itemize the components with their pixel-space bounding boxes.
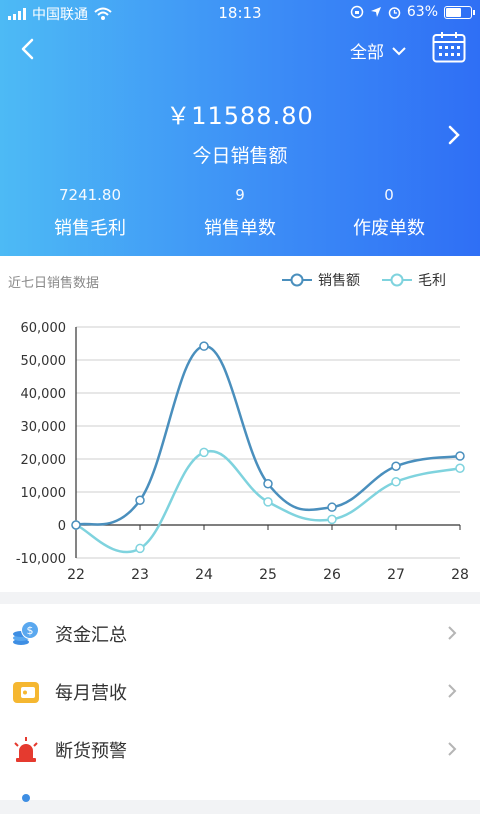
stat-value: 7241.80 — [58, 186, 122, 204]
stat-label: 销售毛利 — [54, 218, 126, 239]
location-icon — [370, 7, 381, 17]
data-point — [71, 520, 81, 530]
y-tick-label: 0 — [58, 519, 66, 534]
data-point — [327, 502, 337, 512]
x-tick-label: 26 — [323, 567, 341, 583]
menu-label: 资金汇总 — [55, 625, 127, 646]
filter-label: 全部 — [350, 43, 384, 63]
data-point — [455, 451, 465, 461]
x-tick-label: 28 — [451, 567, 469, 583]
y-tick-label: 40,000 — [21, 387, 67, 402]
y-tick-label: 60,000 — [21, 321, 67, 336]
x-tick-label: 22 — [67, 567, 85, 583]
y-tick-label: 20,000 — [21, 453, 67, 468]
lock-rotation-icon — [350, 5, 364, 19]
x-tick-label: 27 — [387, 567, 405, 583]
stat-label: 作废单数 — [353, 218, 425, 239]
x-tick-label: 24 — [195, 567, 213, 583]
line-chart: 60,000 50,000 40,000 30,000 20,000 10,000 0 -10… — [16, 321, 469, 583]
data-point — [263, 497, 273, 507]
chevron-right-icon[interactable] — [444, 122, 464, 148]
today-sales-label: 今日销售额 — [192, 145, 288, 167]
svg-text:$: $ — [27, 624, 34, 637]
coins-icon: $ — [13, 621, 39, 645]
back-icon[interactable] — [14, 34, 42, 64]
chevron-right-icon — [448, 684, 457, 698]
y-tick-label: 30,000 — [21, 420, 67, 435]
status-right: 63% — [350, 4, 475, 20]
chevron-right-icon — [448, 742, 457, 756]
y-tick-label: 50,000 — [21, 354, 67, 369]
stat-void-count: 0 作废单数 — [309, 186, 469, 240]
x-tick-label: 25 — [259, 567, 277, 583]
menu-label: 每月营收 — [55, 683, 127, 704]
chevron-right-icon — [448, 626, 457, 640]
summary-header: 中国联通 18:13 63% 全部 ￥11588.80 今日销售额 7241.8… — [0, 0, 480, 256]
data-point — [391, 461, 401, 472]
alarm-icon — [14, 737, 38, 762]
menu-item-stock-alert[interactable]: 断货预警 — [0, 720, 480, 779]
stat-label: 销售单数 — [204, 218, 276, 239]
x-tick-label: 23 — [131, 567, 149, 583]
data-point — [391, 477, 401, 487]
data-point — [135, 543, 145, 554]
partial-menu-icon — [22, 794, 30, 802]
stat-gross-profit: 7241.80 销售毛利 — [10, 186, 170, 240]
menu-item-monthly-revenue[interactable]: 每月营收 — [0, 662, 480, 721]
y-tick-label: 10,000 — [21, 486, 67, 501]
alarm-clock-icon — [388, 6, 401, 19]
today-sales-amount: ￥11588.80 — [166, 102, 314, 130]
menu-item-fund-summary[interactable]: $ 资金汇总 — [0, 604, 480, 663]
stat-order-count: 9 销售单数 — [160, 186, 320, 240]
status-bar: 中国联通 18:13 63% — [0, 0, 480, 26]
menu-item-partial[interactable] — [0, 778, 480, 802]
data-point — [263, 479, 273, 489]
y-tick-label: -10,000 — [16, 552, 66, 567]
battery-percent: 63% — [406, 4, 438, 20]
chevron-down-icon — [392, 46, 406, 55]
filter-dropdown[interactable]: 全部 — [350, 38, 406, 63]
calendar-icon[interactable] — [432, 31, 466, 63]
stat-value: 0 — [384, 186, 394, 204]
weekly-sales-chart-card: 近七日销售数据 销售额 毛利 60,000 50,000 40,000 30,000 2… — [0, 256, 480, 592]
data-point — [327, 514, 337, 525]
menu-label: 断货预警 — [55, 741, 127, 762]
data-point — [135, 495, 145, 505]
wallet-icon — [13, 682, 39, 703]
data-point — [455, 463, 465, 473]
stat-value: 9 — [235, 186, 245, 204]
data-point — [199, 447, 209, 458]
data-point — [199, 341, 209, 351]
battery-icon — [444, 5, 475, 19]
